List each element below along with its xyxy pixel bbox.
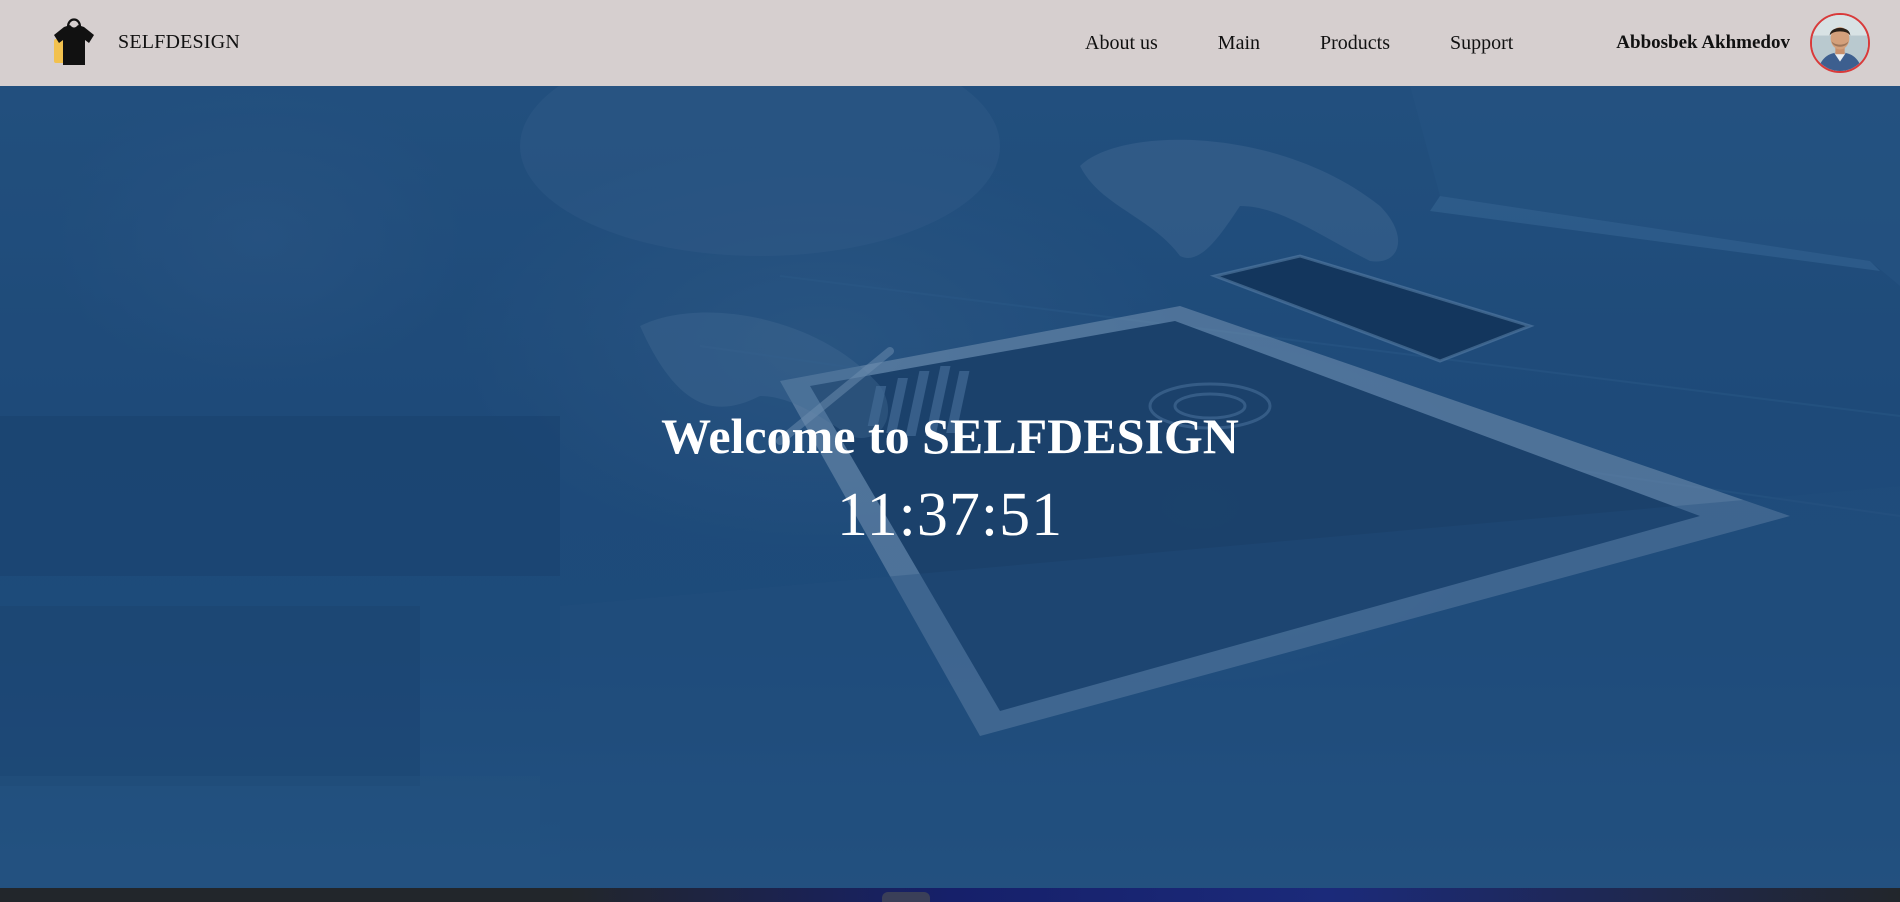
- shopping-bag-tshirt-icon: [50, 13, 98, 71]
- nav-link-products[interactable]: Products: [1320, 32, 1390, 55]
- taskbar-icon: [882, 892, 930, 902]
- brand-name: SELFDESIGN: [118, 30, 241, 53]
- hero-title: Welcome to SELFDESIGN: [661, 408, 1239, 464]
- user-avatar-icon: [1812, 15, 1868, 71]
- nav-link-about-us[interactable]: About us: [1085, 32, 1158, 55]
- bottom-strip: [0, 888, 1900, 902]
- nav-link-support[interactable]: Support: [1450, 32, 1513, 55]
- navbar: SELFDESIGN About us Main Products Suppor…: [0, 0, 1900, 86]
- hero-section: Welcome to SELFDESIGN 11:37:51: [0, 86, 1900, 888]
- user-profile: Abbosbek Akhmedov: [1616, 0, 1870, 86]
- hero-clock: 11:37:51: [836, 481, 1064, 549]
- avatar[interactable]: [1810, 13, 1870, 73]
- hero-content: Welcome to SELFDESIGN 11:37:51: [0, 406, 1900, 550]
- brand[interactable]: SELFDESIGN: [50, 10, 240, 74]
- user-name: Abbosbek Akhmedov: [1616, 32, 1790, 53]
- nav-link-main[interactable]: Main: [1218, 32, 1260, 55]
- main-nav: About us Main Products Support: [1085, 0, 1513, 86]
- page: SELFDESIGN About us Main Products Suppor…: [0, 0, 1900, 902]
